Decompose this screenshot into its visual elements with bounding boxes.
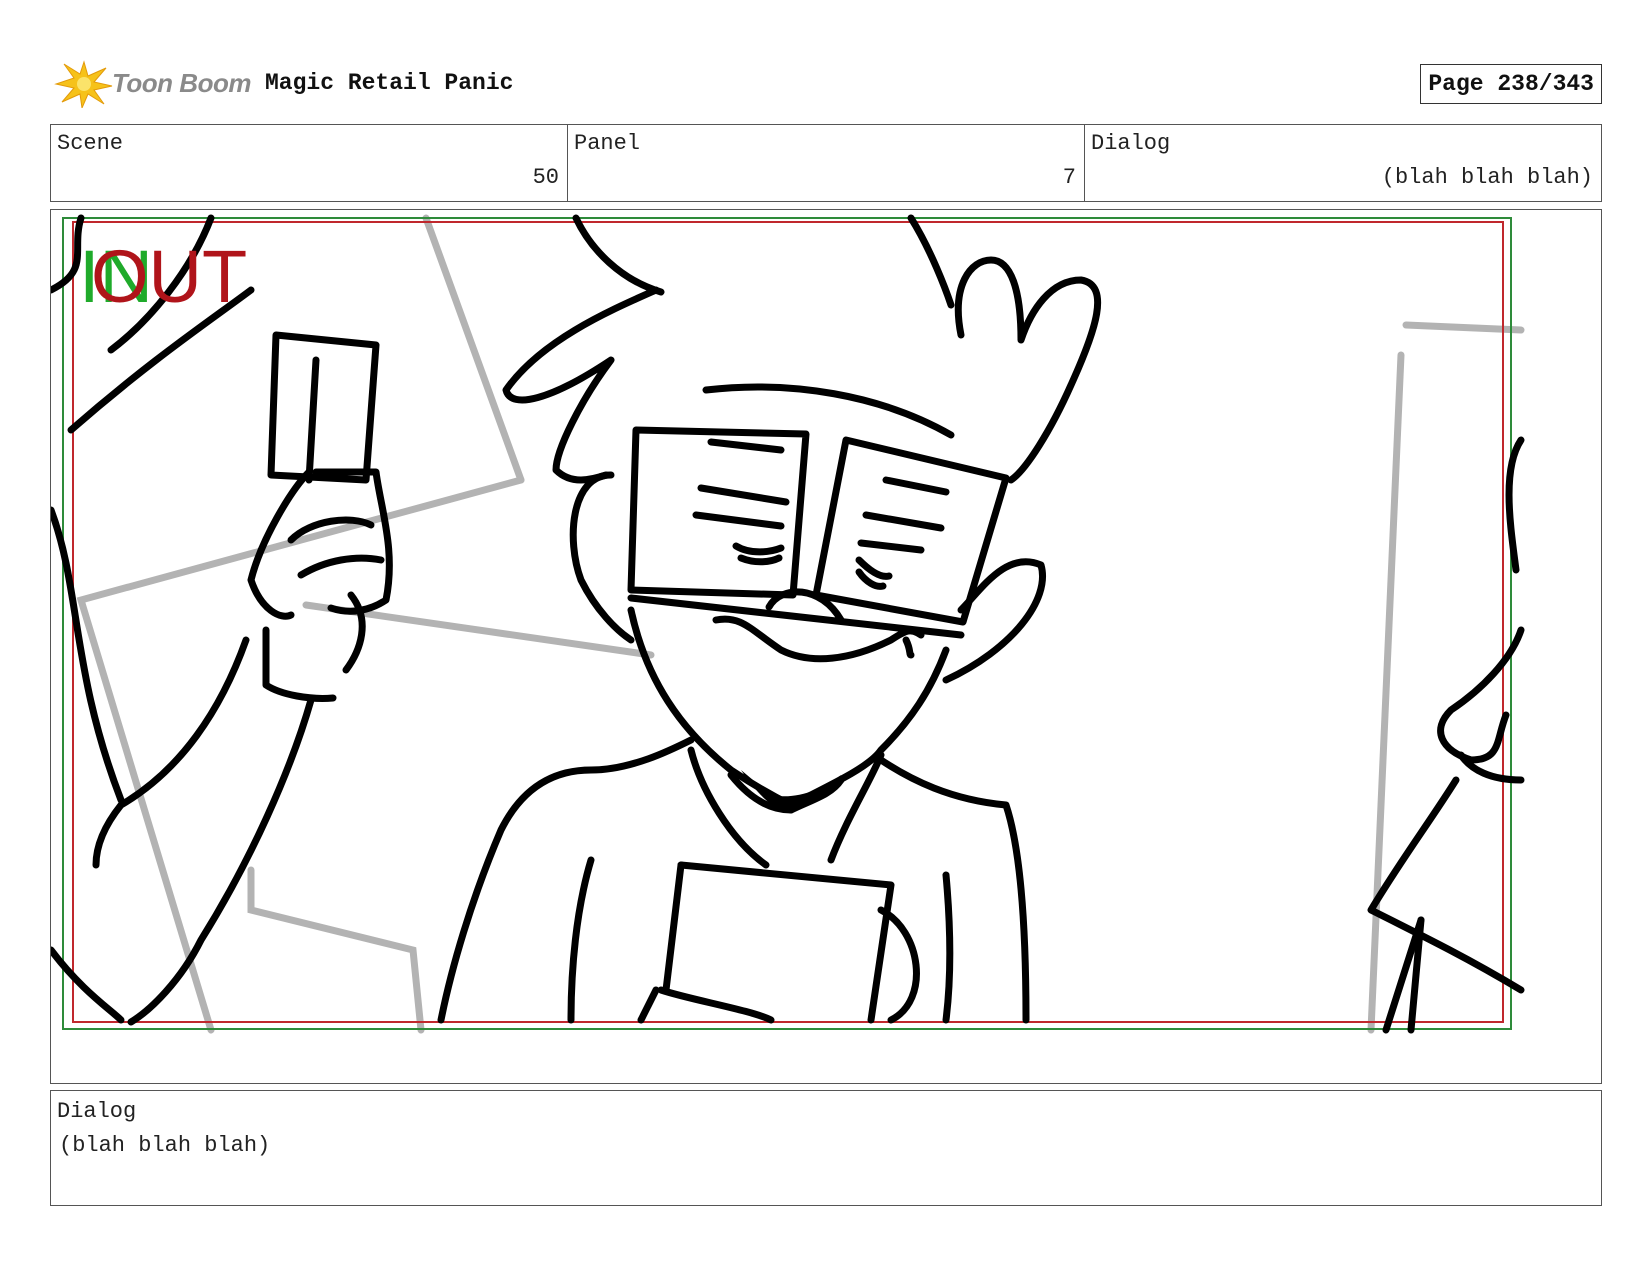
project-title: Magic Retail Panic <box>265 70 514 96</box>
panel-sketch <box>51 214 1525 1034</box>
dialog-text: (blah blah blah) <box>59 1133 271 1158</box>
logo-text: Toon Boom <box>112 68 251 98</box>
scene-cell: Scene 50 <box>51 125 568 201</box>
page-number: Page 238/343 <box>1420 64 1602 104</box>
panel-label: Panel <box>574 131 641 156</box>
dialog-box: Dialog (blah blah blah) <box>50 1090 1602 1206</box>
dialog-header-value: (blah blah blah) <box>1381 165 1593 190</box>
toon-boom-logo: Toon Boom <box>54 58 254 108</box>
dialog-label: Dialog <box>57 1099 137 1124</box>
collar-shadow <box>741 770 841 811</box>
page-header: Toon Boom Magic Retail Panic Page 238/34… <box>50 56 1602 110</box>
panel-cell: Panel 7 <box>568 125 1085 201</box>
storyboard-panel: IN OUT <box>50 209 1602 1084</box>
dialog-cell: Dialog (blah blah blah) <box>1085 125 1601 201</box>
panel-value: 7 <box>1062 165 1076 190</box>
panel-info-row: Scene 50 Panel 7 Dialog (blah blah blah) <box>50 124 1602 202</box>
star-burst-icon <box>54 60 113 108</box>
scene-value: 50 <box>532 165 559 190</box>
inner-safe-area <box>72 221 1504 1023</box>
character-lineart <box>51 214 1525 1034</box>
scene-label: Scene <box>57 131 124 156</box>
out-marker: OUT <box>91 235 248 318</box>
outer-safe-area <box>62 217 1512 1030</box>
dialog-header-label: Dialog <box>1091 131 1171 156</box>
